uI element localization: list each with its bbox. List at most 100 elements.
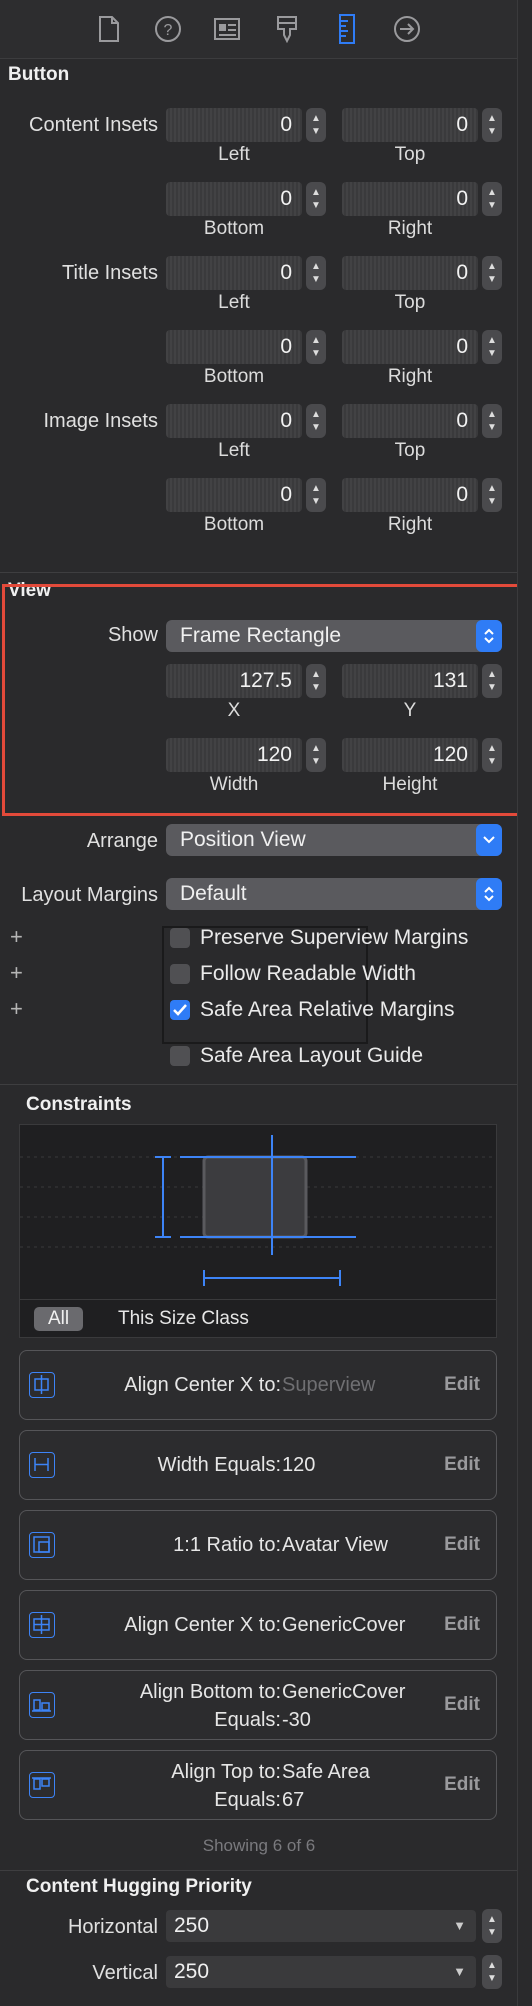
layout-margins-popup[interactable]: Default xyxy=(166,878,502,910)
constraint-row[interactable]: Align Bottom to: GenericCover Equals: -3… xyxy=(19,1670,497,1740)
image-insets-bottom-stepper[interactable]: ▲ ▼ xyxy=(306,478,326,512)
attributes-icon[interactable] xyxy=(270,12,304,46)
image-insets-top-field[interactable]: 0 xyxy=(342,404,478,438)
identity-icon[interactable] xyxy=(210,12,244,46)
section-divider xyxy=(0,1870,518,1871)
filter-size-class-button[interactable]: This Size Class xyxy=(118,1307,249,1331)
constraints-diagram xyxy=(19,1124,497,1300)
title-insets-top-stepper[interactable]: ▲ ▼ xyxy=(482,256,502,290)
scrollbar[interactable] xyxy=(517,0,532,2006)
content-insets-bottom-field[interactable]: 0 xyxy=(166,182,302,216)
title-insets-right-field[interactable]: 0 xyxy=(342,330,478,364)
constraints-filter-bar: All This Size Class xyxy=(19,1300,497,1338)
vertical-priority-combo[interactable]: 250 ▼ xyxy=(166,1956,476,1988)
add-variation-button[interactable]: + xyxy=(10,996,23,1022)
constraint-edit-button[interactable]: Edit xyxy=(444,1774,480,1796)
constraint-edit-button[interactable]: Edit xyxy=(444,1374,480,1396)
content-insets-right-label: Right xyxy=(387,218,433,239)
constraint-row[interactable]: 1:1 Ratio to: Avatar View Edit xyxy=(19,1510,497,1580)
image-insets-label: Image Insets xyxy=(43,410,158,432)
chevron-down-icon xyxy=(476,824,502,856)
constraint-edit-button[interactable]: Edit xyxy=(444,1534,480,1556)
content-hugging-title: Content Hugging Priority xyxy=(26,1876,252,1897)
content-insets-top-field[interactable]: 0 xyxy=(342,108,478,142)
constraint-label: Align Center X to: xyxy=(124,1614,281,1636)
content-insets-right-stepper[interactable]: ▲ ▼ xyxy=(482,182,502,216)
connections-icon[interactable] xyxy=(390,12,424,46)
constraint-edit-button[interactable]: Edit xyxy=(444,1694,480,1716)
title-insets-left-field[interactable]: 0 xyxy=(166,256,302,290)
filter-all-button[interactable]: All xyxy=(34,1307,84,1331)
vertical-priority-stepper[interactable]: ▲ ▼ xyxy=(482,1955,502,1989)
inspector-toolbar: ? xyxy=(0,0,532,59)
vertical-priority-value: 250 xyxy=(174,1960,210,1983)
constraint-label: Width Equals: xyxy=(157,1454,281,1476)
safe-area-layout-guide-checkbox[interactable] xyxy=(170,1046,190,1066)
content-insets-right-field[interactable]: 0 xyxy=(342,182,478,216)
content-insets-left-stepper[interactable]: ▲ ▼ xyxy=(306,108,326,142)
safe-area-layout-guide-label: Safe Area Layout Guide xyxy=(200,1044,423,1067)
aspect-ratio-icon xyxy=(29,1532,55,1558)
title-insets-bottom-field[interactable]: 0 xyxy=(166,330,302,364)
image-insets-right-label: Right xyxy=(387,514,433,535)
preserve-superview-margins-label: Preserve Superview Margins xyxy=(200,926,469,949)
align-center-x-icon xyxy=(29,1612,55,1638)
constraint-row[interactable]: Align Top to: Safe Area Equals: 67 Edit xyxy=(19,1750,497,1820)
title-insets-top-field[interactable]: 0 xyxy=(342,256,478,290)
follow-readable-width-checkbox[interactable] xyxy=(170,964,190,984)
image-insets-left-stepper[interactable]: ▲ ▼ xyxy=(306,404,326,438)
content-insets-top-stepper[interactable]: ▲ ▼ xyxy=(482,108,502,142)
constraint-value: Safe Area xyxy=(282,1761,370,1783)
safe-area-relative-margins-checkbox[interactable] xyxy=(170,1000,190,1020)
title-insets-left-stepper[interactable]: ▲ ▼ xyxy=(306,256,326,290)
image-insets-right-stepper[interactable]: ▲ ▼ xyxy=(482,478,502,512)
constraint-label: Align Center X to: xyxy=(124,1374,281,1396)
constraint-label: Align Top to: xyxy=(171,1761,281,1783)
content-insets-label: Content Insets xyxy=(29,114,158,136)
help-icon[interactable]: ? xyxy=(151,12,185,46)
image-insets-right-field[interactable]: 0 xyxy=(342,478,478,512)
checkmark-icon xyxy=(173,1004,187,1016)
add-variation-button[interactable]: + xyxy=(10,960,23,986)
horizontal-priority-stepper[interactable]: ▲ ▼ xyxy=(482,1909,502,1943)
updown-chevron-icon xyxy=(476,878,502,910)
image-insets-bottom-label: Bottom xyxy=(203,514,265,535)
constraint-row[interactable]: Align Center X to: GenericCover Edit xyxy=(19,1590,497,1660)
content-insets-bottom-label: Bottom xyxy=(203,218,265,239)
preserve-superview-margins-checkbox[interactable] xyxy=(170,928,190,948)
section-divider xyxy=(0,572,518,573)
size-ruler-icon[interactable] xyxy=(330,12,364,46)
constraint-edit-button[interactable]: Edit xyxy=(444,1614,480,1636)
horizontal-priority-value: 250 xyxy=(174,1914,210,1937)
horizontal-label: Horizontal xyxy=(67,1916,158,1938)
align-top-icon xyxy=(29,1772,55,1798)
file-icon[interactable] xyxy=(92,12,126,46)
arrange-popup[interactable]: Position View xyxy=(166,824,502,856)
image-insets-bottom-field[interactable]: 0 xyxy=(166,478,302,512)
image-insets-left-field[interactable]: 0 xyxy=(166,404,302,438)
safe-area-relative-margins-label: Safe Area Relative Margins xyxy=(200,998,455,1021)
constraint-value: Superview xyxy=(282,1374,376,1396)
arrange-label: Arrange xyxy=(86,830,158,852)
horizontal-priority-combo[interactable]: 250 ▼ xyxy=(166,1910,476,1942)
constraint-row[interactable]: Width Equals: 120 Edit xyxy=(19,1430,497,1500)
title-insets-right-label: Right xyxy=(387,366,433,387)
content-insets-bottom-stepper[interactable]: ▲ ▼ xyxy=(306,182,326,216)
content-insets-left-field[interactable]: 0 xyxy=(166,108,302,142)
image-insets-top-stepper[interactable]: ▲ ▼ xyxy=(482,404,502,438)
constraints-section-title: Constraints xyxy=(26,1094,132,1115)
constraint-value: GenericCover xyxy=(282,1614,406,1636)
constraint-edit-button[interactable]: Edit xyxy=(444,1454,480,1476)
vertical-label: Vertical xyxy=(92,1962,158,1984)
title-insets-right-stepper[interactable]: ▲ ▼ xyxy=(482,330,502,364)
image-insets-top-label: Top xyxy=(394,440,426,461)
constraint-value: 120 xyxy=(282,1454,316,1476)
arrange-popup-value: Position View xyxy=(180,828,306,851)
add-variation-button[interactable]: + xyxy=(10,924,23,950)
highlight-box xyxy=(2,584,522,816)
title-insets-label: Title Insets xyxy=(62,262,158,284)
title-insets-bottom-stepper[interactable]: ▲ ▼ xyxy=(306,330,326,364)
title-insets-left-label: Left xyxy=(218,292,250,313)
constraint-value-2: 67 xyxy=(282,1789,305,1811)
constraint-row[interactable]: Align Center X to: Superview Edit xyxy=(19,1350,497,1420)
